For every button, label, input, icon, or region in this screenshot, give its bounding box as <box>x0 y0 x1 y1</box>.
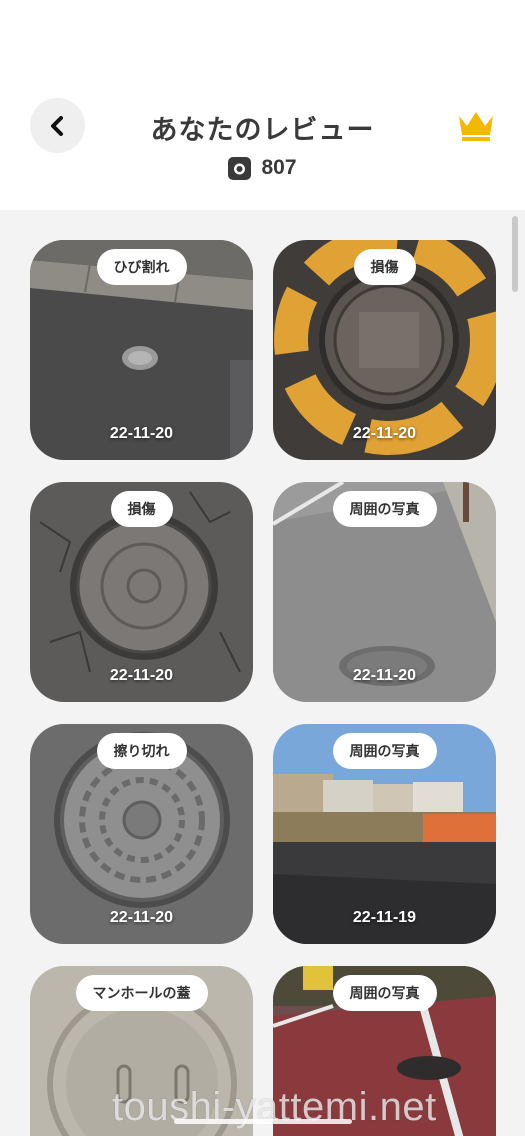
review-tag: 損傷 <box>110 491 173 527</box>
review-card[interactable]: 損傷 22-11-20 <box>273 240 496 460</box>
review-tag: マンホールの蓋 <box>75 975 208 1011</box>
header: あなたのレビュー 807 <box>0 0 525 210</box>
review-date: 22-11-20 <box>109 667 174 684</box>
review-card[interactable]: 擦り切れ 22-11-20 <box>30 724 253 944</box>
review-date: 22-11-20 <box>109 909 174 926</box>
review-tag: 擦り切れ <box>96 733 187 769</box>
watermark: toushi-yattemi.net <box>112 1085 437 1129</box>
review-tag: 損傷 <box>353 249 416 285</box>
review-grid[interactable]: ひび割れ 22-11-20 損傷 22-11-20 損傷 22-11-20 周囲… <box>0 210 525 1136</box>
review-card[interactable]: 周囲の写真 22-11-20 <box>273 482 496 702</box>
review-date: 22-11-20 <box>352 667 417 684</box>
review-tag: 周囲の写真 <box>332 733 437 769</box>
review-card[interactable]: 周囲の写真 22-11-19 <box>273 724 496 944</box>
scrollbar[interactable] <box>512 216 518 292</box>
review-tag: 周囲の写真 <box>332 975 437 1011</box>
review-date: 22-11-19 <box>352 909 417 926</box>
review-tag: 周囲の写真 <box>332 491 437 527</box>
camera-icon <box>228 156 252 180</box>
page-title: あなたのレビュー <box>150 115 375 146</box>
review-card[interactable]: ひび割れ 22-11-20 <box>30 240 253 460</box>
review-card[interactable]: 損傷 22-11-20 <box>30 482 253 702</box>
review-count-row: 807 <box>0 156 525 180</box>
crown-icon[interactable] <box>456 108 496 142</box>
review-date: 22-11-20 <box>109 425 174 442</box>
review-tag: ひび割れ <box>96 249 187 285</box>
review-date: 22-11-20 <box>352 425 417 442</box>
home-indicator[interactable] <box>174 1119 352 1124</box>
review-count: 807 <box>261 156 297 179</box>
